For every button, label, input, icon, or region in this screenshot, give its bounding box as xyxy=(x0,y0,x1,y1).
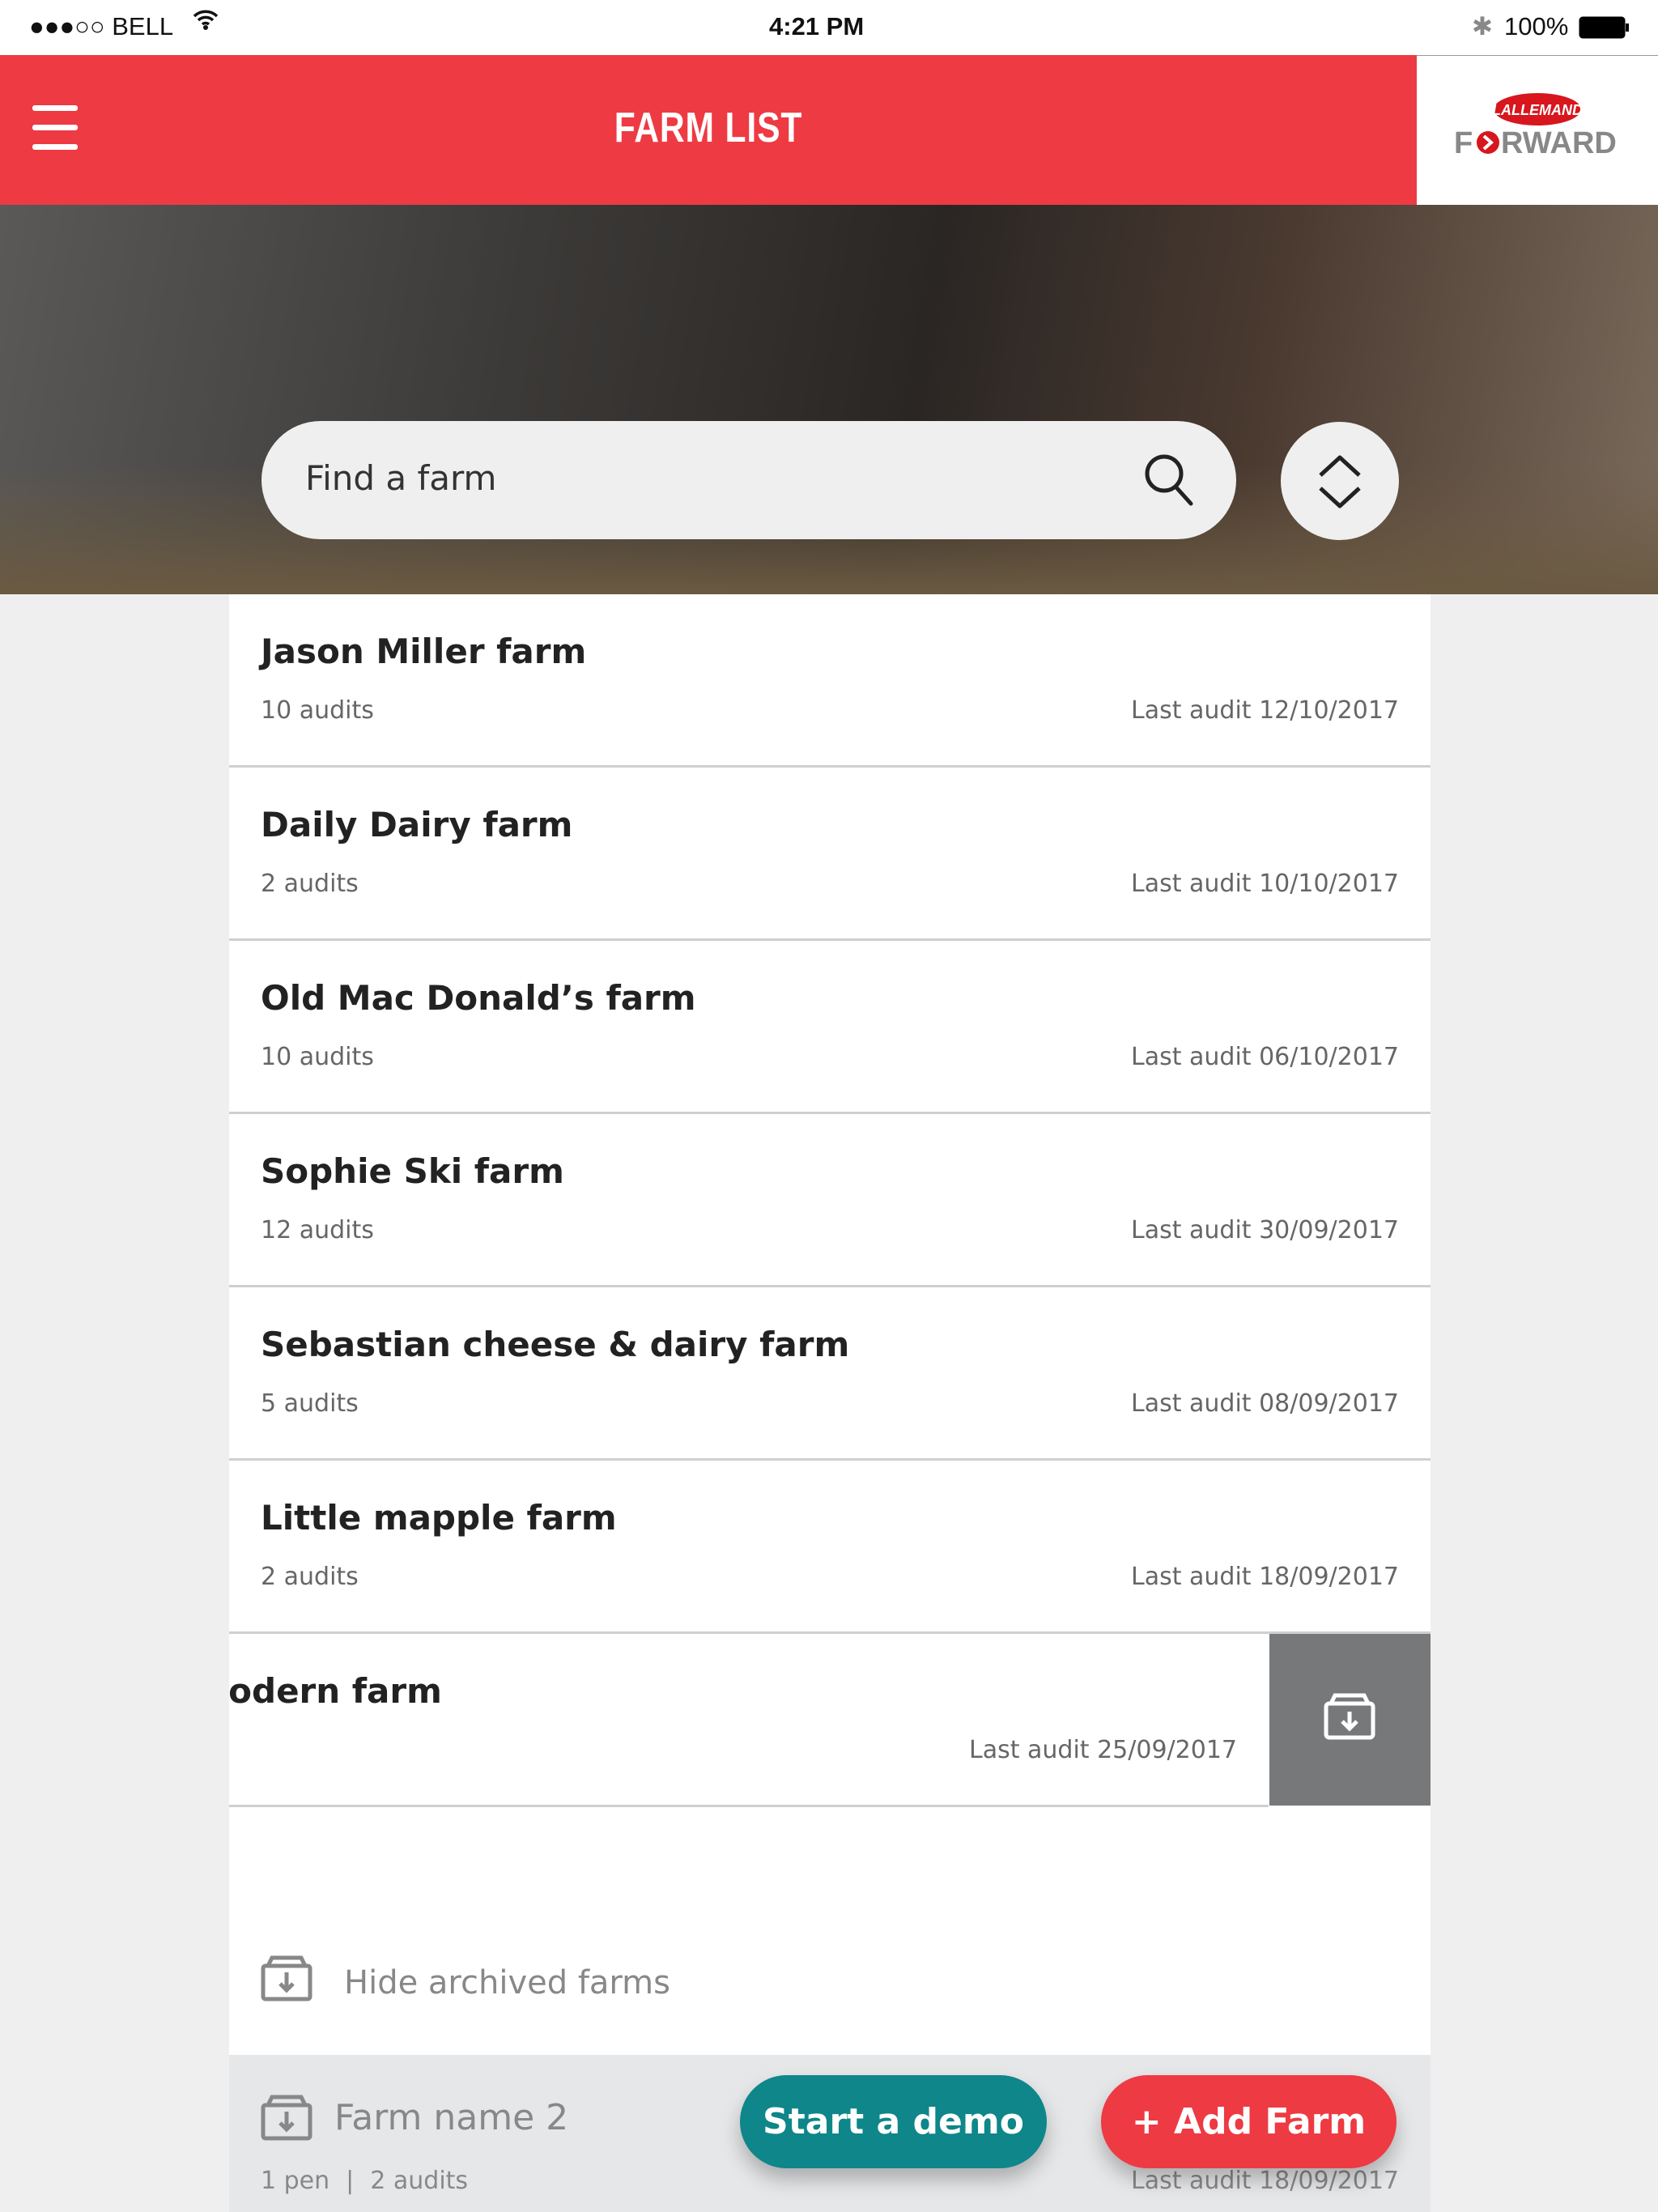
farm-name: Sophie Ski farm xyxy=(261,1151,564,1191)
audit-count: 5 audits xyxy=(261,1389,359,1418)
hamburger-menu-icon[interactable] xyxy=(32,105,78,152)
archive-icon xyxy=(1324,1693,1375,1740)
last-audit: Last audit 10/10/2017 xyxy=(1130,870,1399,898)
farm-name: Old Mac Donald’s farm xyxy=(261,978,696,1018)
audit-count: 10 audits xyxy=(261,696,374,725)
search-input[interactable]: Find a farm xyxy=(261,421,1236,539)
clock: 4:21 PM xyxy=(769,12,865,40)
farm-list-item-swiped[interactable]: Pam modern farm Last audit 25/09/2017 xyxy=(229,1634,1269,1807)
last-audit: Last audit 12/10/2017 xyxy=(1130,696,1399,725)
farm-name: Farm name 2 xyxy=(334,2097,569,2138)
search-placeholder: Find a farm xyxy=(305,458,497,498)
farm-list-item[interactable]: Old Mac Donald’s farm 10 audits Last audit… xyxy=(229,941,1431,1114)
page-title: FARM LIST xyxy=(614,104,803,151)
hide-archived-label: Hide archived farms xyxy=(344,1964,670,2001)
status-bar: ●●●○○ BELL 4:21 PM ✱ 100% xyxy=(0,0,1658,55)
farm-list-item[interactable]: Little mapple farm 2 audits Last audit 18/… xyxy=(229,1461,1431,1634)
lallemand-forward-logo: LALLEMAND F RWARD xyxy=(1417,55,1658,205)
archive-button[interactable] xyxy=(1269,1634,1431,1806)
battery-icon xyxy=(1579,16,1630,45)
pen-count: 1 pen xyxy=(261,2167,330,2195)
last-audit: Last audit 08/09/2017 xyxy=(1130,1389,1399,1418)
last-audit: Last audit 18/09/2017 xyxy=(1130,2167,1399,2195)
svg-text:LALLEMAND: LALLEMAND xyxy=(1492,102,1583,118)
last-audit: Last audit 30/09/2017 xyxy=(1130,1216,1399,1244)
farm-list-item[interactable]: Sebastian cheese & dairy farm 5 audits Las… xyxy=(229,1287,1431,1461)
farm-list: Jason Miller farm 10 audits Last audit 12/… xyxy=(229,594,1431,2212)
last-audit: Last audit 18/09/2017 xyxy=(1130,1563,1399,1591)
bluetooth-icon: ✱ xyxy=(1472,12,1493,40)
farm-list-item[interactable]: Jason Miller farm 10 audits Last audit 12/… xyxy=(229,594,1431,768)
farm-name: Pam modern farm xyxy=(229,1671,442,1711)
app-header: FARM LIST xyxy=(0,55,1417,205)
add-farm-button[interactable]: + Add Farm xyxy=(1101,2075,1397,2168)
farm-list-item[interactable]: Sophie Ski farm 12 audits Last audit 30/09… xyxy=(229,1114,1431,1287)
farm-stats: 1 pen | 2 audits xyxy=(261,2167,469,2195)
audit-count: 10 audits xyxy=(261,1043,374,1071)
start-demo-button[interactable]: Start a demo xyxy=(740,2075,1047,2168)
farm-name: Daily Dairy farm xyxy=(261,805,573,844)
archive-icon xyxy=(261,1955,312,2001)
svg-text:RWARD: RWARD xyxy=(1501,126,1617,160)
farm-name: Sebastian cheese & dairy farm xyxy=(261,1325,850,1364)
farm-name: Little mapple farm xyxy=(261,1498,617,1538)
sort-chevrons-icon xyxy=(1319,455,1361,508)
svg-text:F: F xyxy=(1454,126,1473,160)
carrier: ●●●○○ BELL xyxy=(29,12,174,40)
sort-button[interactable] xyxy=(1281,422,1399,540)
farm-name: Jason Miller farm xyxy=(261,632,587,671)
audit-count: 2 audits xyxy=(261,870,359,898)
audit-count: 12 audits xyxy=(261,1216,374,1244)
last-audit: Last audit 25/09/2017 xyxy=(968,1736,1237,1764)
battery-percent: 100% xyxy=(1504,12,1569,40)
last-audit: Last audit 06/10/2017 xyxy=(1130,1043,1399,1071)
search-icon[interactable] xyxy=(1142,452,1196,508)
farm-list-item[interactable]: Daily Dairy farm 2 audits Last audit 10/10… xyxy=(229,768,1431,941)
wifi-icon xyxy=(193,8,219,37)
audit-count: 2 audits xyxy=(261,1563,359,1591)
audit-count: 2 audits xyxy=(370,2167,469,2195)
archive-icon xyxy=(261,2095,312,2141)
hide-archived-toggle[interactable]: Hide archived farms xyxy=(261,1955,670,2005)
